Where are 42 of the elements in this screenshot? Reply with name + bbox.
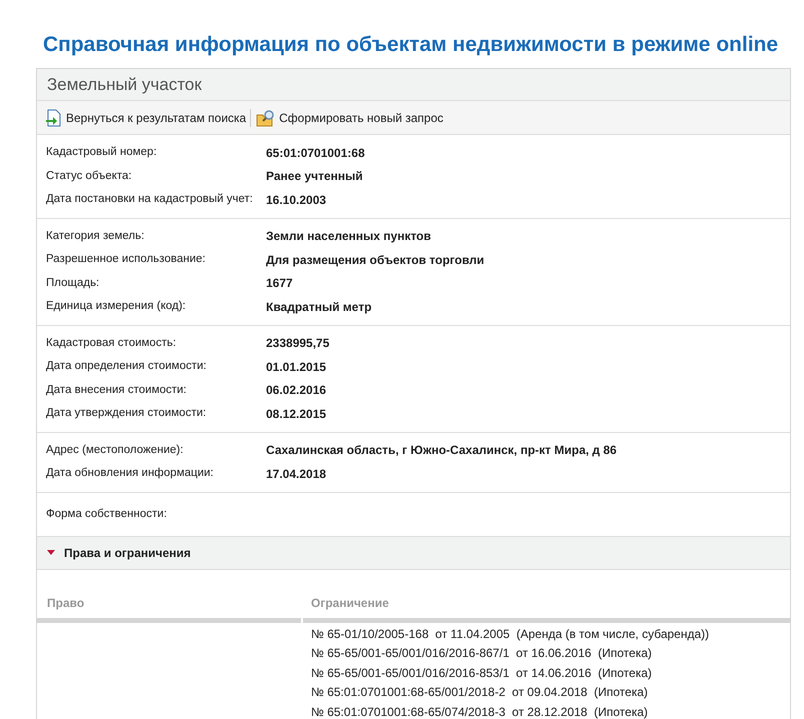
document-arrow-icon xyxy=(45,108,63,126)
field-value: Квадратный метр xyxy=(266,298,372,316)
field-label: Площадь: xyxy=(46,276,100,291)
field-value: Сахалинская область, г Южно-Сахалинск, пр-кт Мира, д 86 xyxy=(266,442,617,460)
panel-title: Земельный участок xyxy=(47,74,202,96)
restriction-entry: № 65:01:0701001:68-65/074/2018-3 от 28.12.2018 (Ипотека) xyxy=(311,704,649,719)
restriction-entry: № 65:01:0701001:68-65/001/2018-2 от 09.04.2018 (Ипотека) xyxy=(311,684,649,702)
field-label: Дата постановки на кадастровый учет: xyxy=(46,192,254,208)
field-label: Кадастровый номер: xyxy=(46,145,158,160)
field-value: Для размещения объектов торговли xyxy=(266,252,484,269)
column-header: Право xyxy=(47,596,84,610)
field-label: Статус объекта: xyxy=(46,168,133,184)
field-label: Категория земель: xyxy=(46,228,146,244)
field-label: Форма собственности: xyxy=(46,506,168,522)
field-value: 17.04.2018 xyxy=(266,466,326,483)
field-value: Земли населенных пунктов xyxy=(266,228,432,246)
section-header[interactable]: Права и ограничения xyxy=(37,537,790,570)
restriction-entry: № 65-01/10/2005-168 от 11.04.2005 (Аренда (в том числе, субаренда)) xyxy=(311,626,710,643)
field-label: Адрес (местоположение): xyxy=(46,442,184,458)
field-value: 06.02.2016 xyxy=(266,382,326,400)
field-value: 01.01.2015 xyxy=(266,358,326,376)
field-label: Дата обновления информации: xyxy=(46,466,214,482)
toolbar-button[interactable]: Сформировать новый запрос xyxy=(256,108,444,126)
restriction-entry: № 65-65/001-65/001/016/2016-853/1 от 14.06.2016 (Ипотека) xyxy=(311,664,653,682)
field-label: Дата внесения стоимости: xyxy=(46,382,188,398)
field-label: Разрешенное использование: xyxy=(46,252,206,268)
toolbar-button[interactable]: Вернуться к результатам поиска xyxy=(45,108,246,126)
field-value: 65:01:0701001:68 xyxy=(266,144,365,162)
triangle-icon xyxy=(47,550,55,556)
field-label: Дата утверждения стоимости: xyxy=(46,406,208,422)
field-value: 16.10.2003 xyxy=(266,192,326,209)
page-title: Справочная информация по объектам недвижимости в режиме online xyxy=(43,32,778,58)
field-label: Кадастровая стоимость: xyxy=(46,336,178,351)
field-label: Дата определения стоимости: xyxy=(46,359,208,374)
field-label: Единица измерения (код): xyxy=(46,299,187,314)
field-value: 1677 xyxy=(266,275,293,292)
field-value: 2338995,75 xyxy=(266,335,330,352)
folder-magnifier-icon xyxy=(256,108,276,126)
restriction-entry: № 65-65/001-65/001/016/2016-867/1 от 16.06.2016 (Ипотека) xyxy=(311,645,653,662)
field-value: 08.12.2015 xyxy=(266,406,326,423)
column-header: Ограничение xyxy=(311,596,389,610)
field-value: Ранее учтенный xyxy=(266,168,363,186)
